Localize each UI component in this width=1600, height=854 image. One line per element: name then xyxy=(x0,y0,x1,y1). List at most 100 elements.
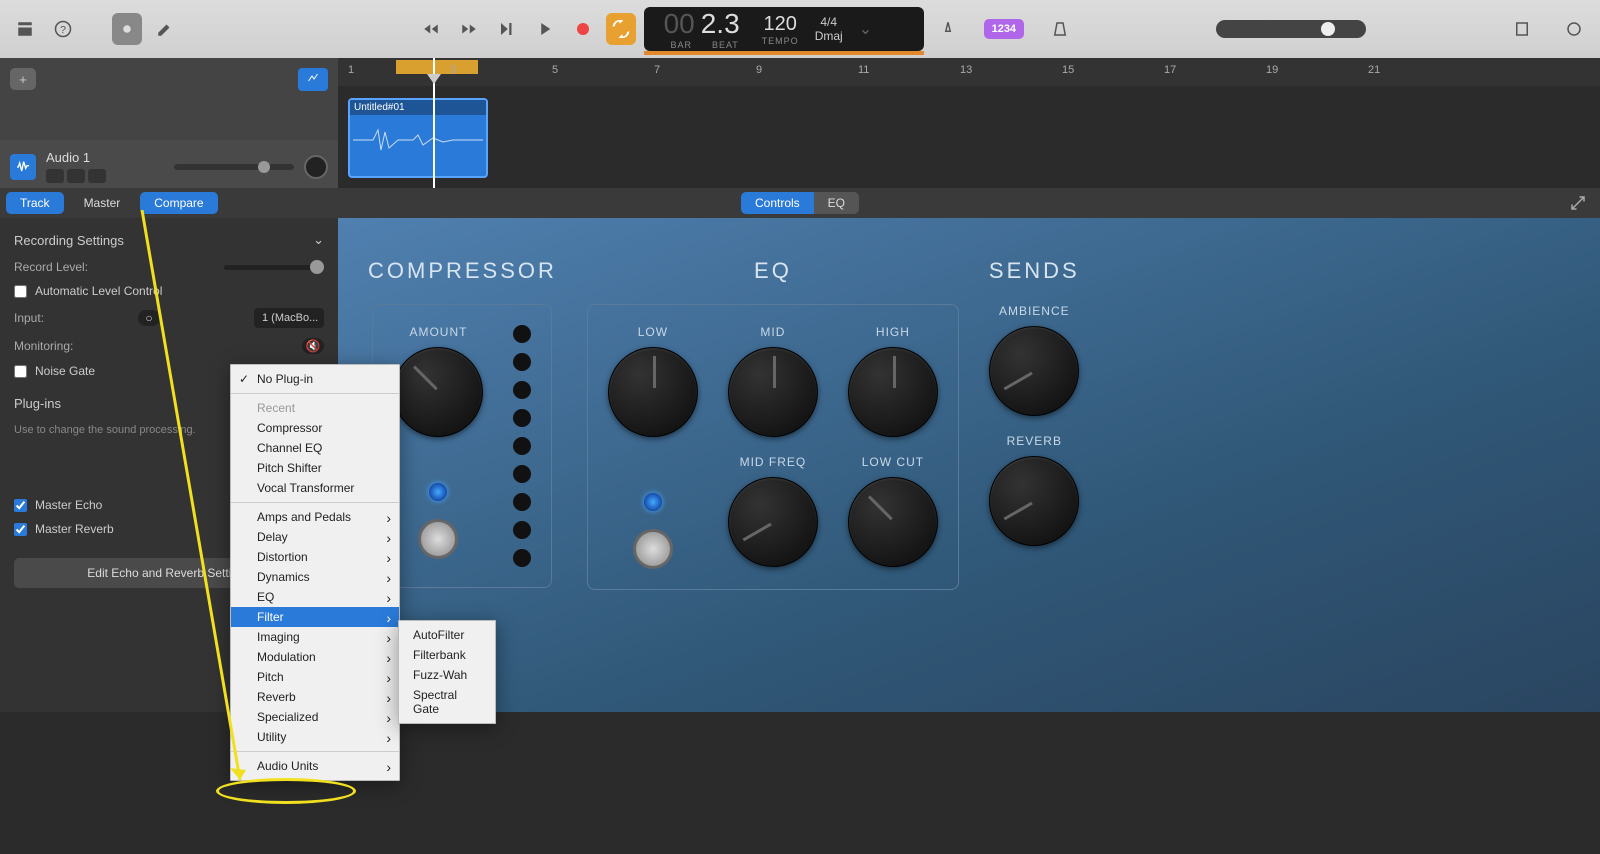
library-icon[interactable] xyxy=(10,13,40,45)
master-volume-slider[interactable] xyxy=(1216,20,1366,38)
eq-switch[interactable] xyxy=(633,529,673,569)
compressor-amount-knob[interactable] xyxy=(393,347,483,437)
compressor-meter xyxy=(513,325,531,567)
annotation-ellipse xyxy=(216,778,356,804)
menu-delay[interactable]: Delay xyxy=(231,527,399,547)
noise-gate-label: Noise Gate xyxy=(35,364,95,378)
ruler-mark: 21 xyxy=(1368,64,1380,76)
eq-midfreq-knob[interactable] xyxy=(728,477,818,567)
lcd-display[interactable]: 002.3 BARBEAT 120 TEMPO 4/4 Dmaj ⌄ xyxy=(644,7,924,51)
key-value[interactable]: Dmaj xyxy=(815,29,843,43)
record-level-slider[interactable] xyxy=(224,265,324,270)
menu-dynamics[interactable]: Dynamics xyxy=(231,567,399,587)
menu-recent-compressor[interactable]: Compressor xyxy=(231,418,399,438)
ruler[interactable]: 13579111315171921 xyxy=(338,58,1600,86)
chevron-down-icon: ⌄ xyxy=(313,232,324,248)
automation-button[interactable] xyxy=(298,68,328,91)
menu-distortion[interactable]: Distortion xyxy=(231,547,399,567)
menu-filter[interactable]: Filter xyxy=(231,607,399,627)
submenu-autofilter[interactable]: AutoFilter xyxy=(399,625,495,645)
filter-submenu[interactable]: AutoFilter Filterbank Fuzz-Wah Spectral … xyxy=(398,620,496,724)
mute-button[interactable] xyxy=(46,169,64,183)
forward-icon[interactable] xyxy=(454,13,484,45)
track-row[interactable]: Audio 1 xyxy=(0,140,338,193)
master-reverb-checkbox[interactable] xyxy=(14,523,27,536)
metronome-icon[interactable] xyxy=(1044,13,1076,45)
tab-track[interactable]: Track xyxy=(6,192,64,214)
sends-ambience-knob[interactable] xyxy=(989,326,1079,416)
tab-controls[interactable]: Controls xyxy=(741,192,814,214)
menu-eq[interactable]: EQ xyxy=(231,587,399,607)
auto-level-checkbox[interactable] xyxy=(14,285,27,298)
ruler-mark: 15 xyxy=(1062,64,1074,76)
eq-lowcut-knob[interactable] xyxy=(848,477,938,567)
eq-low-knob[interactable] xyxy=(608,347,698,437)
tuner-icon[interactable] xyxy=(932,13,964,45)
menu-pitch[interactable]: Pitch xyxy=(231,667,399,687)
audio-track-icon xyxy=(10,154,36,180)
loops-icon[interactable] xyxy=(1558,13,1590,45)
notepad-icon[interactable] xyxy=(1506,13,1538,45)
edit-icon[interactable] xyxy=(150,13,180,45)
add-track-button[interactable]: + xyxy=(10,68,36,90)
sends-title: SENDS xyxy=(989,258,1080,284)
cycle-icon[interactable] xyxy=(606,13,636,45)
playhead[interactable] xyxy=(433,58,435,188)
timesig-value[interactable]: 4/4 xyxy=(820,15,837,29)
eq-mid-knob[interactable] xyxy=(728,347,818,437)
noise-gate-checkbox[interactable] xyxy=(14,365,27,378)
menu-utility[interactable]: Utility xyxy=(231,727,399,747)
tab-master[interactable]: Master xyxy=(70,192,135,214)
submenu-filterbank[interactable]: Filterbank xyxy=(399,645,495,665)
help-icon[interactable]: ? xyxy=(48,13,78,45)
master-echo-checkbox[interactable] xyxy=(14,499,27,512)
tab-compare[interactable]: Compare xyxy=(140,192,217,214)
menu-imaging[interactable]: Imaging xyxy=(231,627,399,647)
menu-modulation[interactable]: Modulation xyxy=(231,647,399,667)
timeline[interactable]: 13579111315171921 Untitled#01 xyxy=(338,58,1600,188)
menu-recent-header: Recent xyxy=(231,398,399,418)
menu-audio-units[interactable]: Audio Units xyxy=(231,756,399,776)
monitoring-label: Monitoring: xyxy=(14,339,73,353)
plugin-menu[interactable]: No Plug-in Recent Compressor Channel EQ … xyxy=(230,364,400,781)
input-monitor-button[interactable] xyxy=(88,169,106,183)
ruler-mark: 13 xyxy=(960,64,972,76)
cycle-range[interactable] xyxy=(396,60,478,74)
eq-high-knob[interactable] xyxy=(848,347,938,437)
menu-recent-pitch-shifter[interactable]: Pitch Shifter xyxy=(231,458,399,478)
record-icon[interactable] xyxy=(568,13,598,45)
count-in-chip[interactable]: 1234 xyxy=(984,19,1024,39)
tempo-value[interactable]: 120 xyxy=(763,13,796,36)
menu-reverb[interactable]: Reverb xyxy=(231,687,399,707)
ruler-mark: 5 xyxy=(552,64,558,76)
input-mono-icon[interactable]: ○ xyxy=(138,310,160,326)
submenu-spectral-gate[interactable]: Spectral Gate xyxy=(399,685,495,719)
stop-icon[interactable] xyxy=(492,13,522,45)
beat-value: 2.3 xyxy=(701,8,740,39)
audio-region[interactable]: Untitled#01 xyxy=(348,98,488,178)
menu-no-plugin[interactable]: No Plug-in xyxy=(231,369,399,389)
smart-controls-tabs: Track Master Compare Controls EQ xyxy=(0,188,1600,218)
expand-icon[interactable] xyxy=(1562,187,1594,219)
master-echo-label: Master Echo xyxy=(35,498,102,512)
bars-value: 00 xyxy=(664,8,695,39)
tab-eq[interactable]: EQ xyxy=(814,192,859,214)
menu-specialized[interactable]: Specialized xyxy=(231,707,399,727)
waveform xyxy=(350,115,486,165)
track-volume-slider[interactable] xyxy=(174,164,294,170)
compressor-switch[interactable] xyxy=(418,519,458,559)
svg-text:?: ? xyxy=(60,24,66,36)
menu-amps-pedals[interactable]: Amps and Pedals xyxy=(231,507,399,527)
monitoring-toggle[interactable]: 🔇 xyxy=(302,338,324,354)
rewind-icon[interactable] xyxy=(416,13,446,45)
submenu-fuzz-wah[interactable]: Fuzz-Wah xyxy=(399,665,495,685)
menu-recent-channel-eq[interactable]: Channel EQ xyxy=(231,438,399,458)
recording-settings-header[interactable]: Recording Settings⌄ xyxy=(14,232,324,248)
play-icon[interactable] xyxy=(530,13,560,45)
solo-button[interactable] xyxy=(67,169,85,183)
menu-recent-vocal-transformer[interactable]: Vocal Transformer xyxy=(231,478,399,498)
sends-reverb-knob[interactable] xyxy=(989,456,1079,546)
tool-mode-icon[interactable] xyxy=(112,13,142,45)
track-pan-knob[interactable] xyxy=(304,155,328,179)
input-select[interactable]: 1 (MacBo... xyxy=(254,308,324,328)
